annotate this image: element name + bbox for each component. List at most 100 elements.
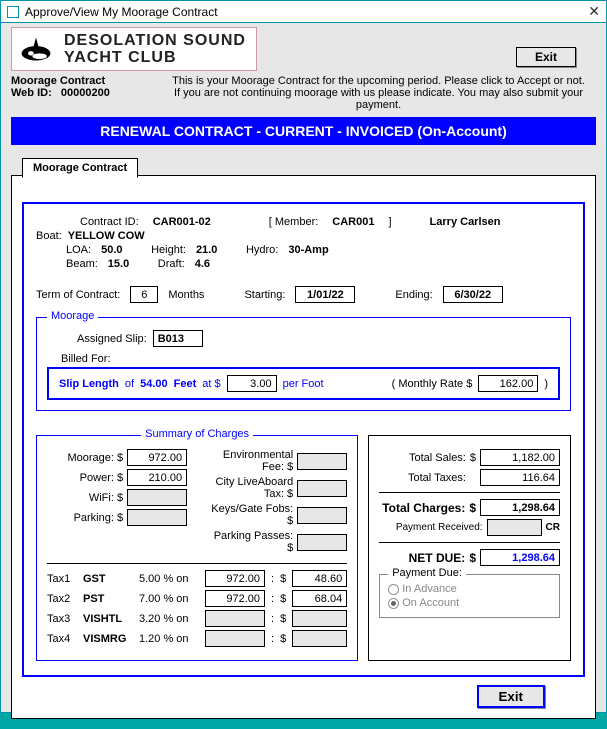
hydro-value: 30-Amp — [288, 244, 328, 256]
main-panel: Moorage Contract Contract ID: CAR001-02 … — [11, 175, 596, 719]
wifi-charge-label: WiFi: $ — [47, 492, 123, 504]
webid-label: Web ID: — [11, 87, 52, 99]
term-label: Term of Contract: — [36, 289, 120, 301]
close-icon[interactable]: ✕ — [588, 3, 600, 20]
loa-value: 50.0 — [101, 244, 141, 256]
monthly-rate[interactable]: 162.00 — [478, 375, 538, 392]
cr-label: CR — [546, 522, 560, 533]
moorage-legend: Moorage — [47, 310, 98, 322]
webid-value: 00000200 — [61, 87, 110, 99]
window-icon — [7, 6, 19, 18]
tax-base[interactable] — [205, 610, 265, 627]
tax-name: GST — [83, 573, 133, 585]
on-account-label: On Account — [402, 597, 459, 609]
member-bracket-close: ] — [388, 216, 391, 228]
moorage-charge-label: Moorage: $ — [47, 452, 123, 464]
exit-button-top[interactable]: Exit — [516, 47, 576, 67]
totals-fieldset: Total Sales:$1,182.00 Total Taxes:$116.6… — [368, 435, 571, 661]
moorage-charge[interactable]: 972.00 — [127, 449, 187, 466]
member-name: Larry Carlsen — [430, 216, 501, 228]
loa-label: LOA: — [66, 244, 91, 256]
height-value: 21.0 — [196, 244, 236, 256]
tax-row: Tax1GST5.00 % on972.00:$48.60 — [47, 570, 347, 587]
payment-rcvd-label: Payment Received: — [379, 522, 482, 533]
tax-index: Tax1 — [47, 573, 77, 585]
tax-row: Tax3VISHTL3.20 % on:$ — [47, 610, 347, 627]
payment-due-legend: Payment Due: — [388, 567, 466, 579]
notice-line2: If you are not continuing moorage with u… — [161, 87, 596, 111]
tax-pct: 5.00 % on — [139, 573, 199, 585]
tax-pct: 7.00 % on — [139, 593, 199, 605]
tax-name: PST — [83, 593, 133, 605]
total-taxes-label: Total Taxes: — [379, 472, 466, 484]
slip-length: 54.00 — [140, 378, 168, 390]
keys-charge[interactable] — [297, 507, 347, 524]
subheader-title: Moorage Contract — [11, 75, 161, 87]
monthly-close: ) — [544, 378, 548, 390]
height-label: Height: — [151, 244, 186, 256]
total-sales-label: Total Sales: — [379, 452, 466, 464]
status-banner: RENEWAL CONTRACT - CURRENT - INVOICED (O… — [11, 117, 596, 145]
per-foot-label: per Foot — [283, 378, 324, 390]
assigned-slip[interactable]: B013 — [153, 330, 203, 347]
tax-base[interactable]: 972.00 — [205, 570, 265, 587]
end-date[interactable]: 6/30/22 — [443, 286, 503, 303]
exit-button-bottom[interactable]: Exit — [477, 685, 545, 708]
ending-label: Ending: — [395, 289, 432, 301]
at-label: at $ — [202, 378, 220, 390]
payment-due-group: Payment Due: In Advance On Account — [379, 574, 560, 618]
tax-base[interactable] — [205, 630, 265, 647]
in-advance-label: In Advance — [402, 583, 456, 595]
beam-label: Beam: — [66, 258, 98, 270]
tab-moorage-contract[interactable]: Moorage Contract — [22, 158, 138, 178]
payment-rcvd[interactable] — [487, 519, 542, 536]
boat-name: YELLOW COW — [68, 230, 145, 242]
starting-label: Starting: — [244, 289, 285, 301]
start-date[interactable]: 1/01/22 — [295, 286, 355, 303]
tax-amount[interactable]: 68.04 — [292, 590, 347, 607]
tax-index: Tax4 — [47, 633, 77, 645]
term-months[interactable]: 6 — [130, 286, 158, 303]
tax-amount[interactable] — [292, 610, 347, 627]
tax-pct: 3.20 % on — [139, 613, 199, 625]
total-charges: 1,298.64 — [480, 499, 560, 516]
feet-label: Feet — [174, 378, 197, 390]
passes-label: Parking Passes: $ — [207, 530, 293, 554]
passes-charge[interactable] — [297, 534, 347, 551]
monthly-label: ( Monthly Rate $ — [392, 378, 473, 390]
tax-index: Tax2 — [47, 593, 77, 605]
notice-line1: This is your Moorage Contract for the up… — [161, 75, 596, 87]
charges-legend: Summary of Charges — [141, 428, 253, 440]
rate-per-foot[interactable]: 3.00 — [227, 375, 277, 392]
draft-label: Draft: — [158, 258, 185, 270]
total-charges-label: Total Charges: — [379, 501, 465, 515]
la-tax-label: City LiveAboard Tax: $ — [207, 476, 293, 500]
billed-for-label: Billed For: — [47, 353, 560, 365]
tax-amount[interactable] — [292, 630, 347, 647]
power-charge[interactable]: 210.00 — [127, 469, 187, 486]
months-label: Months — [168, 289, 204, 301]
club-name-line1: DESOLATION SOUND — [64, 32, 246, 49]
wifi-charge[interactable] — [127, 489, 187, 506]
radio-on-account[interactable] — [388, 598, 399, 609]
of-label: of — [125, 378, 134, 390]
env-fee[interactable] — [297, 453, 347, 470]
tax-index: Tax3 — [47, 613, 77, 625]
tax-amount[interactable]: 48.60 — [292, 570, 347, 587]
titlebar: Approve/View My Moorage Contract ✕ — [1, 1, 606, 23]
assigned-slip-label: Assigned Slip: — [77, 333, 147, 345]
parking-charge[interactable] — [127, 509, 187, 526]
radio-in-advance[interactable] — [388, 584, 399, 595]
beam-value: 15.0 — [108, 258, 148, 270]
tax-base[interactable]: 972.00 — [205, 590, 265, 607]
member-label: [ Member: — [269, 216, 319, 228]
tax-name: VISHTL — [83, 613, 133, 625]
parking-charge-label: Parking: $ — [47, 512, 123, 524]
keys-label: Keys/Gate Fobs: $ — [207, 503, 293, 527]
la-tax[interactable] — [297, 480, 347, 497]
boat-label: Boat: — [36, 230, 62, 242]
power-charge-label: Power: $ — [47, 472, 123, 484]
orca-icon — [18, 34, 54, 64]
slip-length-label: Slip Length — [59, 378, 119, 390]
total-taxes: 116.64 — [480, 469, 560, 486]
